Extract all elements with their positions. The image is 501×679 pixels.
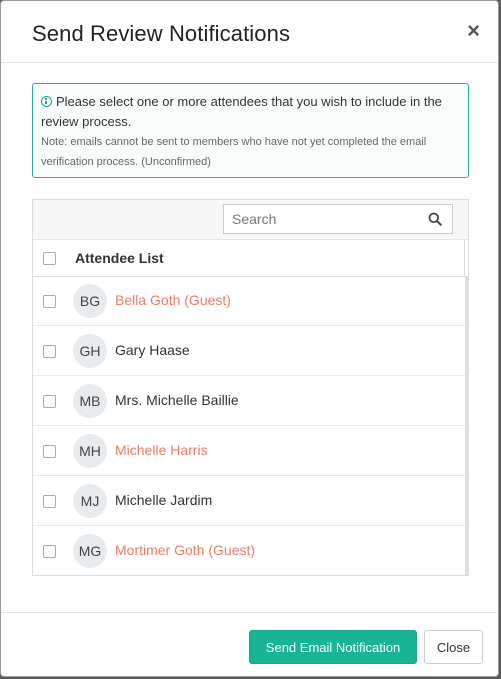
attendee-name: Michelle Jardim	[115, 492, 213, 508]
column-divider	[464, 240, 465, 276]
list-header: Attendee List	[33, 240, 468, 277]
avatar: BG	[73, 284, 107, 318]
modal-title: Send Review Notifications	[32, 21, 291, 46]
attendee-name: Gary Haase	[115, 342, 190, 358]
avatar: MG	[73, 534, 107, 568]
attendee-name: Mortimer Goth (Guest)	[115, 542, 256, 558]
modal-header: Send Review Notifications ×	[1, 1, 498, 63]
search-box	[223, 204, 453, 234]
modal-footer: Send Email Notification Close	[1, 612, 498, 677]
avatar: MH	[73, 434, 107, 468]
attendee-checkbox[interactable]	[43, 545, 56, 558]
attendee-name: Mrs. Michelle Baillie	[115, 392, 239, 408]
attendee-rows: BG Bella Goth (Guest) GH Gary Haase MB Mrs. M…	[33, 276, 466, 575]
send-review-notifications-dialog: Send Review Notifications × Please selec…	[0, 0, 499, 677]
avatar: MJ	[73, 484, 107, 518]
attendee-row[interactable]: MB Mrs. Michelle Baillie	[33, 376, 466, 426]
avatar: GH	[73, 334, 107, 368]
info-alert: Please select one or more attendees that…	[32, 83, 469, 178]
attendee-checkbox[interactable]	[43, 495, 56, 508]
attendee-list-header: Attendee List	[75, 250, 164, 266]
search-icon[interactable]	[428, 212, 442, 226]
scrollbar-track[interactable]	[465, 276, 468, 575]
attendee-row[interactable]: MG Mortimer Goth (Guest)	[33, 526, 466, 575]
attendee-checkbox[interactable]	[43, 345, 56, 358]
attendee-name: Bella Goth (Guest)	[115, 292, 231, 308]
select-all-checkbox[interactable]	[43, 252, 56, 265]
avatar: MB	[73, 384, 107, 418]
close-icon[interactable]: ×	[467, 20, 480, 42]
search-bar	[33, 200, 468, 240]
attendee-checkbox[interactable]	[43, 295, 56, 308]
attendee-row[interactable]: BG Bella Goth (Guest)	[33, 276, 466, 326]
attendee-row[interactable]: MH Michelle Harris	[33, 426, 466, 476]
attendee-checkbox[interactable]	[43, 445, 56, 458]
attendee-list-panel: Attendee List BG Bella Goth (Guest) GH Gary…	[32, 199, 469, 576]
send-email-notification-button[interactable]: Send Email Notification	[249, 630, 417, 664]
search-input[interactable]	[224, 205, 422, 233]
attendee-name: Michelle Harris	[115, 442, 208, 458]
attendee-row[interactable]: GH Gary Haase	[33, 326, 466, 376]
info-circle-icon	[41, 96, 52, 107]
close-button[interactable]: Close	[424, 630, 483, 664]
attendee-checkbox[interactable]	[43, 395, 56, 408]
info-note: Note: emails cannot be sent to members w…	[41, 136, 427, 168]
attendee-row[interactable]: MJ Michelle Jardim	[33, 476, 466, 526]
info-message: Please select one or more attendees that…	[41, 94, 442, 129]
info-message-line: Please select one or more attendees that…	[41, 92, 460, 132]
